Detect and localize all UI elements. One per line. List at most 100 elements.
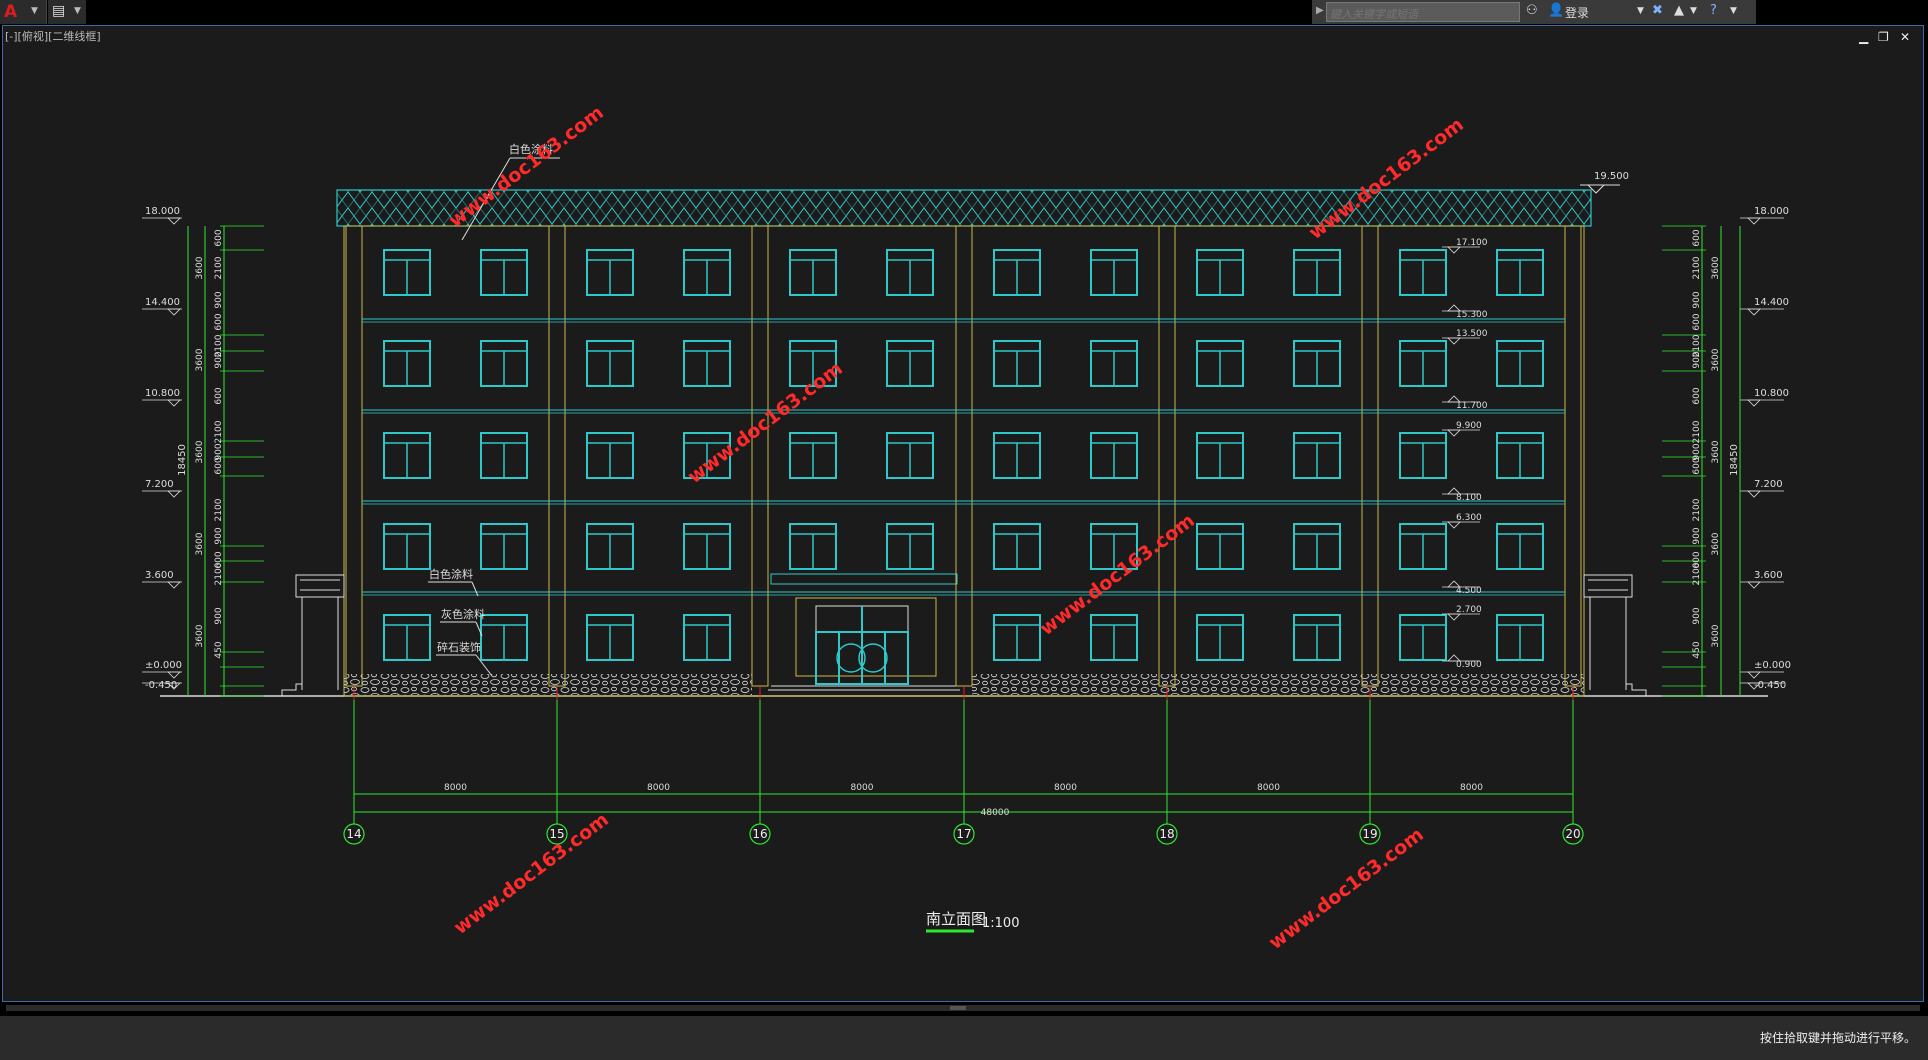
window xyxy=(586,249,634,296)
vertical-dim-text: 900 xyxy=(214,291,224,308)
bay-dim-text: 8000 xyxy=(444,783,467,793)
window xyxy=(586,432,634,479)
vertical-dim-text: 2100 xyxy=(1692,420,1702,443)
vertical-dim-text: 600 xyxy=(214,387,224,404)
floor-dim-text: 3600 xyxy=(195,624,205,647)
right-level-text: 18.000 xyxy=(1754,206,1789,217)
floor-dim-text: 3600 xyxy=(195,440,205,463)
axis-label: 16 xyxy=(752,827,767,841)
window-level-text: 0.900 xyxy=(1456,660,1482,670)
left-level-text: 18.000 xyxy=(145,206,180,217)
total-height-text: 18450 xyxy=(1729,444,1740,476)
annotation-text: 碎石装饰 xyxy=(437,640,481,654)
floor-dim-text: 3600 xyxy=(1711,532,1721,555)
vertical-dim-text: 2100 xyxy=(1692,256,1702,279)
left-level-text: ±0.000 xyxy=(145,660,182,671)
vertical-dim-text: 600 xyxy=(214,457,224,474)
level-marker xyxy=(167,399,181,407)
window xyxy=(1496,523,1544,570)
vertical-dim-text: 900 xyxy=(214,607,224,624)
window-level-text: 2.700 xyxy=(1456,605,1482,615)
window-level-text: 13.500 xyxy=(1456,329,1488,339)
floor-dim-text: 3600 xyxy=(195,532,205,555)
annotation-group-lower xyxy=(428,581,493,677)
window xyxy=(1196,340,1244,387)
window xyxy=(1196,614,1244,661)
window xyxy=(1293,432,1341,479)
pilaster xyxy=(751,225,769,687)
window xyxy=(1399,432,1447,479)
window xyxy=(789,249,837,296)
left-level-text: 10.800 xyxy=(145,388,180,399)
window-level-text: 17.100 xyxy=(1456,238,1488,248)
scrollbar-thumb[interactable] xyxy=(950,1006,966,1010)
window xyxy=(1496,249,1544,296)
pilaster xyxy=(345,225,363,687)
window-level-text: 4.500 xyxy=(1456,586,1482,596)
parapet xyxy=(336,189,1592,227)
right-level-text: 14.400 xyxy=(1754,297,1789,308)
window xyxy=(683,523,731,570)
watermark-text: www.doc163.com xyxy=(450,809,613,939)
elevation-drawing: 17.100 15.300 13.500 11.700 9.900 8.100 6.300 4… xyxy=(142,102,1791,954)
horizontal-scrollbar[interactable] xyxy=(6,1005,1920,1011)
vertical-dim-text: 2100 xyxy=(214,562,224,585)
window xyxy=(683,340,731,387)
left-level-text: 3.600 xyxy=(145,570,174,581)
level-marker xyxy=(1747,490,1761,498)
window xyxy=(1399,614,1447,661)
entrance-door xyxy=(768,573,960,691)
vertical-dim-text: 600 xyxy=(1692,229,1702,246)
window xyxy=(1293,523,1341,570)
window xyxy=(586,340,634,387)
vertical-dim-text: 600 xyxy=(1692,313,1702,330)
windows xyxy=(383,249,1544,661)
window xyxy=(480,614,528,661)
right-level-text: 7.200 xyxy=(1754,479,1783,490)
status-message: 按住拾取键并拖动进行平移。 xyxy=(1759,1031,1916,1045)
dimension-lines: 17.100 15.300 13.500 11.700 9.900 8.100 6.300 4… xyxy=(142,206,1791,818)
pilaster xyxy=(1158,225,1176,687)
level-marker xyxy=(167,671,181,679)
drawing-title: 南立面图 xyxy=(926,910,986,928)
vertical-dim-text: 900 xyxy=(1692,527,1702,544)
window xyxy=(993,614,1041,661)
vertical-dim-text: 600 xyxy=(1692,457,1702,474)
level-marker xyxy=(167,308,181,316)
window xyxy=(1196,432,1244,479)
stair-right xyxy=(1583,574,1647,696)
window xyxy=(480,432,528,479)
level-marker xyxy=(167,581,181,589)
window xyxy=(886,340,934,387)
axis-grid: 14 15 16 17 18 19 20 xyxy=(343,686,1584,845)
watermark-text: www.doc163.com xyxy=(1265,824,1428,954)
level-marker xyxy=(1747,399,1761,407)
floor-dim-text: 3600 xyxy=(1711,348,1721,371)
vertical-dim-text: 2100 xyxy=(1692,498,1702,521)
building-outline xyxy=(343,225,1585,697)
level-marker xyxy=(167,217,181,225)
window xyxy=(1196,523,1244,570)
window xyxy=(383,249,431,296)
vertical-dim-text: 600 xyxy=(1692,387,1702,404)
bay-dim-text: 8000 xyxy=(1257,783,1280,793)
vertical-dim-text: 2100 xyxy=(214,256,224,279)
window xyxy=(480,249,528,296)
window xyxy=(886,432,934,479)
right-level-text: 10.800 xyxy=(1754,388,1789,399)
window-level-text: 15.300 xyxy=(1456,310,1488,320)
window xyxy=(1196,249,1244,296)
window xyxy=(1090,614,1138,661)
left-level-text: -0.450 xyxy=(145,680,177,691)
window-level-text: 9.900 xyxy=(1456,421,1482,431)
vertical-dim-text: 450 xyxy=(214,641,224,658)
window xyxy=(383,614,431,661)
window xyxy=(1496,432,1544,479)
floor-dim-text: 3600 xyxy=(195,256,205,279)
window xyxy=(1293,249,1341,296)
window xyxy=(1293,340,1341,387)
axis-label: 18 xyxy=(1159,827,1174,841)
axis-label: 19 xyxy=(1362,827,1377,841)
window xyxy=(1399,340,1447,387)
bay-dim-text: 8000 xyxy=(1054,783,1077,793)
